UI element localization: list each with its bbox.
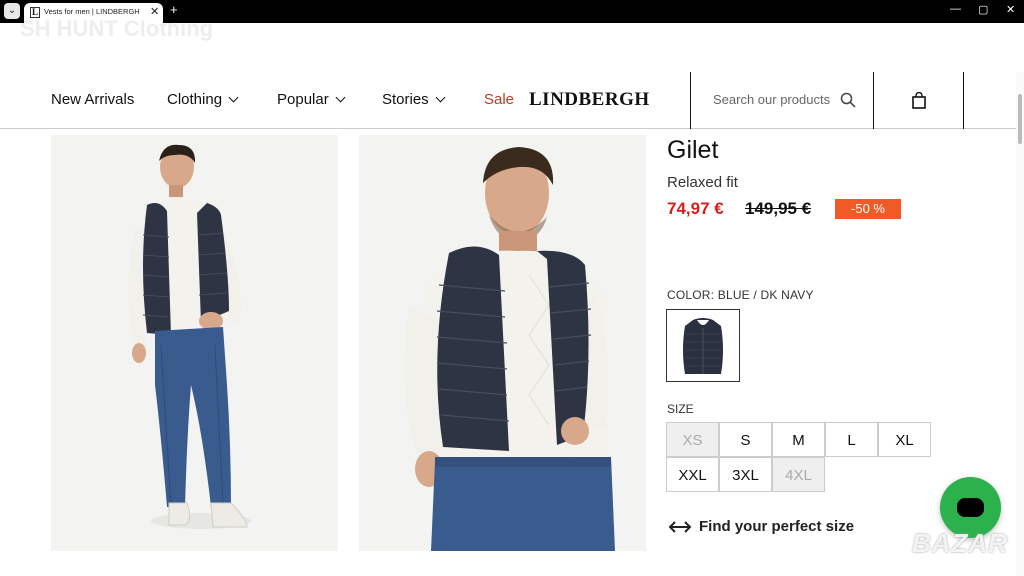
size-option-s[interactable]: S <box>719 422 772 457</box>
size-option-l[interactable]: L <box>825 422 878 457</box>
maximize-button[interactable]: ▢ <box>978 3 988 16</box>
size-label: SIZE <box>667 402 694 416</box>
divider <box>963 72 964 129</box>
chevron-down-icon <box>228 92 239 103</box>
size-guide-link[interactable]: Find your perfect size <box>667 518 854 535</box>
scrollbar[interactable] <box>1016 72 1024 576</box>
discount-badge: -50 % <box>835 199 901 219</box>
sale-price: 74,97 € <box>667 199 724 218</box>
original-price: 149,95 € <box>745 199 812 218</box>
color-swatch-navy[interactable] <box>666 309 740 382</box>
product-image-detail[interactable] <box>359 135 646 551</box>
tab-list-button[interactable]: ⌄ <box>4 3 20 19</box>
product-image-front[interactable] <box>51 135 338 551</box>
nav-new-arrivals[interactable]: New Arrivals <box>51 91 134 108</box>
scrollbar-thumb[interactable] <box>1018 94 1022 144</box>
search-icon[interactable] <box>840 92 856 108</box>
new-tab-button[interactable]: + <box>170 2 178 17</box>
size-option-xs[interactable]: XS <box>666 422 719 457</box>
main-navigation: New Arrivals Clothing Popular Stories Sa… <box>0 72 1016 129</box>
bazar-watermark: BAZAR <box>912 528 1008 558</box>
chat-bubble-icon <box>957 498 984 517</box>
nav-popular[interactable]: Popular <box>277 91 346 108</box>
nav-sale[interactable]: Sale <box>484 91 514 108</box>
product-title: Gilet <box>667 136 719 164</box>
divider <box>873 72 874 129</box>
tab-title: Vests for men | LINDBERGH <box>44 7 140 16</box>
watermark-text: SH HUNT Clothing <box>20 16 214 41</box>
size-option-4xl[interactable]: 4XL <box>772 457 825 492</box>
divider <box>690 72 691 129</box>
nav-clothing[interactable]: Clothing <box>167 91 239 108</box>
color-label: COLOR: BLUE / DK NAVY <box>667 288 814 302</box>
brand-logo[interactable]: LINDBERGH <box>529 89 650 111</box>
size-option-3xl[interactable]: 3XL <box>719 457 772 492</box>
size-option-xxl[interactable]: XXL <box>666 457 719 492</box>
chevron-down-icon <box>435 92 446 103</box>
chevron-down-icon <box>335 92 346 103</box>
minimize-button[interactable]: — <box>950 3 961 15</box>
close-window-button[interactable]: ✕ <box>1006 3 1015 16</box>
shopping-bag-icon[interactable] <box>911 92 927 109</box>
size-option-xl[interactable]: XL <box>878 422 931 457</box>
search-input[interactable] <box>713 92 833 107</box>
product-fit: Relaxed fit <box>667 174 738 191</box>
nav-stories[interactable]: Stories <box>382 91 446 108</box>
double-arrow-icon <box>668 521 692 533</box>
size-option-m[interactable]: M <box>772 422 825 457</box>
